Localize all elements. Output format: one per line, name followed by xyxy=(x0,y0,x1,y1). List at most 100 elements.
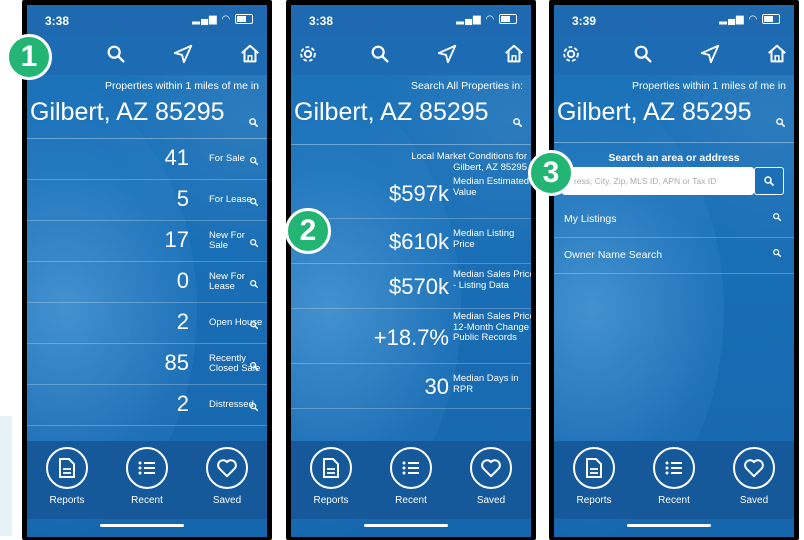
battery-icon xyxy=(499,14,517,25)
top-nav xyxy=(27,35,267,75)
search-icon[interactable] xyxy=(248,106,259,135)
list-icon xyxy=(653,447,695,489)
city-title[interactable]: Gilbert, AZ 85295 xyxy=(27,98,267,128)
status-icons: ▂▄▆ ◠ xyxy=(192,14,253,25)
link-label: My Listings xyxy=(564,213,617,225)
metric-value: $570k xyxy=(389,274,449,299)
home-indicator xyxy=(100,524,184,527)
tab-label: Saved xyxy=(739,495,769,506)
tab-recent[interactable]: Recent xyxy=(644,447,704,506)
battery-icon xyxy=(762,14,780,25)
search-icon[interactable] xyxy=(512,106,523,135)
search-icon xyxy=(772,212,782,225)
status-bar: 3:38 ▂▄▆ ◠ xyxy=(291,5,531,35)
home-icon[interactable] xyxy=(239,43,263,67)
step-badge-1: 1 xyxy=(6,34,52,80)
list-item[interactable]: 2 Open House xyxy=(27,303,267,344)
market-title: Local Market Conditions for Gilbert, AZ … xyxy=(411,151,527,173)
metric-label: Median Days in RPR xyxy=(453,373,519,395)
search-icon[interactable] xyxy=(249,358,259,376)
list-item[interactable]: 0 New For Lease xyxy=(27,262,267,303)
metric-row: 30 Median Days in RPR xyxy=(291,364,531,409)
tab-reports[interactable]: Reports xyxy=(37,447,97,506)
search-button[interactable] xyxy=(754,167,784,195)
search-icon[interactable] xyxy=(249,317,259,335)
tab-label: Recent xyxy=(395,495,427,506)
search-icon[interactable] xyxy=(632,43,656,67)
tab-saved[interactable]: Saved xyxy=(461,447,521,506)
count: 0 xyxy=(176,268,189,293)
heart-icon xyxy=(470,447,512,489)
tab-recent[interactable]: Recent xyxy=(117,447,177,506)
metric-value: +18.7% xyxy=(373,325,449,350)
tab-label: Saved xyxy=(212,495,242,506)
tab-saved[interactable]: Saved xyxy=(197,447,257,506)
list-item[interactable]: 41 For Sale xyxy=(27,139,267,180)
status-time: 3:38 xyxy=(45,14,70,28)
metric-value: $610k xyxy=(389,229,449,254)
metric-label: Median Listing Price xyxy=(453,228,515,250)
step-badge-3: 3 xyxy=(528,150,574,196)
status-icons: ▂▄▆ ◠ xyxy=(719,14,780,25)
search-icon[interactable] xyxy=(105,43,129,67)
count: 41 xyxy=(164,145,189,170)
city-label: Gilbert, AZ 85295 xyxy=(30,98,225,126)
metric-row: $570k Median Sales Price - Listing Data xyxy=(291,264,531,309)
gear-icon[interactable] xyxy=(560,43,584,67)
city-label: Gilbert, AZ 85295 xyxy=(294,98,489,126)
home-icon[interactable] xyxy=(503,43,527,67)
search-icon[interactable] xyxy=(249,276,259,294)
search-icon[interactable] xyxy=(249,399,259,417)
tab-label: Reports xyxy=(313,495,349,506)
home-indicator xyxy=(364,524,448,527)
location-arrow-icon[interactable] xyxy=(699,43,723,67)
tab-label: Reports xyxy=(49,495,85,506)
location-arrow-icon[interactable] xyxy=(436,43,460,67)
list-item[interactable]: 2 Distressed xyxy=(27,385,267,426)
list-item[interactable]: 85 Recently Closed Sale xyxy=(27,344,267,385)
search-icon[interactable] xyxy=(249,235,259,253)
metric-label: Median Estimated Value xyxy=(453,176,530,198)
tab-recent[interactable]: Recent xyxy=(381,447,441,506)
tab-reports[interactable]: Reports xyxy=(301,447,361,506)
heart-icon xyxy=(206,447,248,489)
city-title[interactable]: Gilbert, AZ 85295 xyxy=(291,98,531,128)
search-input[interactable]: ress, City, Zip, MLS ID, APN or Tax ID xyxy=(562,167,754,195)
owner-name-search-link[interactable]: Owner Name Search xyxy=(554,237,794,274)
link-label: Owner Name Search xyxy=(564,249,663,261)
status-icons: ▂▄▆ ◠ xyxy=(456,14,517,25)
list-icon xyxy=(390,447,432,489)
search-icon[interactable] xyxy=(369,43,393,67)
tab-reports[interactable]: Reports xyxy=(564,447,624,506)
step-badge-2: 2 xyxy=(285,208,331,254)
search-icon xyxy=(772,248,782,261)
list-item[interactable]: 5 For Lease xyxy=(27,180,267,221)
phone-screen-1: 3:38 ▂▄▆ ◠ Properties within 1 miles of … xyxy=(22,0,272,540)
location-arrow-icon[interactable] xyxy=(172,43,196,67)
bottom-tab-bar: Reports Recent Saved xyxy=(27,441,267,519)
count: 85 xyxy=(164,350,189,375)
heart-icon xyxy=(733,447,775,489)
list-item[interactable]: 17 New For Sale xyxy=(27,221,267,262)
status-bar: 3:38 ▂▄▆ ◠ xyxy=(27,5,267,35)
document-icon xyxy=(46,447,88,489)
subtitle: Search All Properties in: xyxy=(410,80,523,92)
search-icon[interactable] xyxy=(249,194,259,212)
tab-label: Recent xyxy=(131,495,163,506)
subtitle: Properties within 1 miles of me in xyxy=(104,80,259,92)
bottom-tab-bar: Reports Recent Saved xyxy=(291,441,531,519)
battery-icon xyxy=(235,14,253,25)
count: 2 xyxy=(176,309,189,334)
phone-screen-3: 3:39 ▂▄▆ ◠ Properties within 1 miles of … xyxy=(549,0,799,540)
phone-screen-2: 3:38 ▂▄▆ ◠ Search All Properties in: Gil… xyxy=(286,0,536,540)
tab-label: Saved xyxy=(476,495,506,506)
gear-icon[interactable] xyxy=(297,43,321,67)
home-icon[interactable] xyxy=(766,43,790,67)
search-icon[interactable] xyxy=(249,153,259,171)
tab-saved[interactable]: Saved xyxy=(724,447,784,506)
list-icon xyxy=(126,447,168,489)
status-time: 3:38 xyxy=(309,14,334,28)
metric-row: +18.7% Median Sales Price 12-Month Change… xyxy=(291,309,531,364)
bottom-tab-bar: Reports Recent Saved xyxy=(554,441,794,519)
my-listings-link[interactable]: My Listings xyxy=(554,201,794,238)
